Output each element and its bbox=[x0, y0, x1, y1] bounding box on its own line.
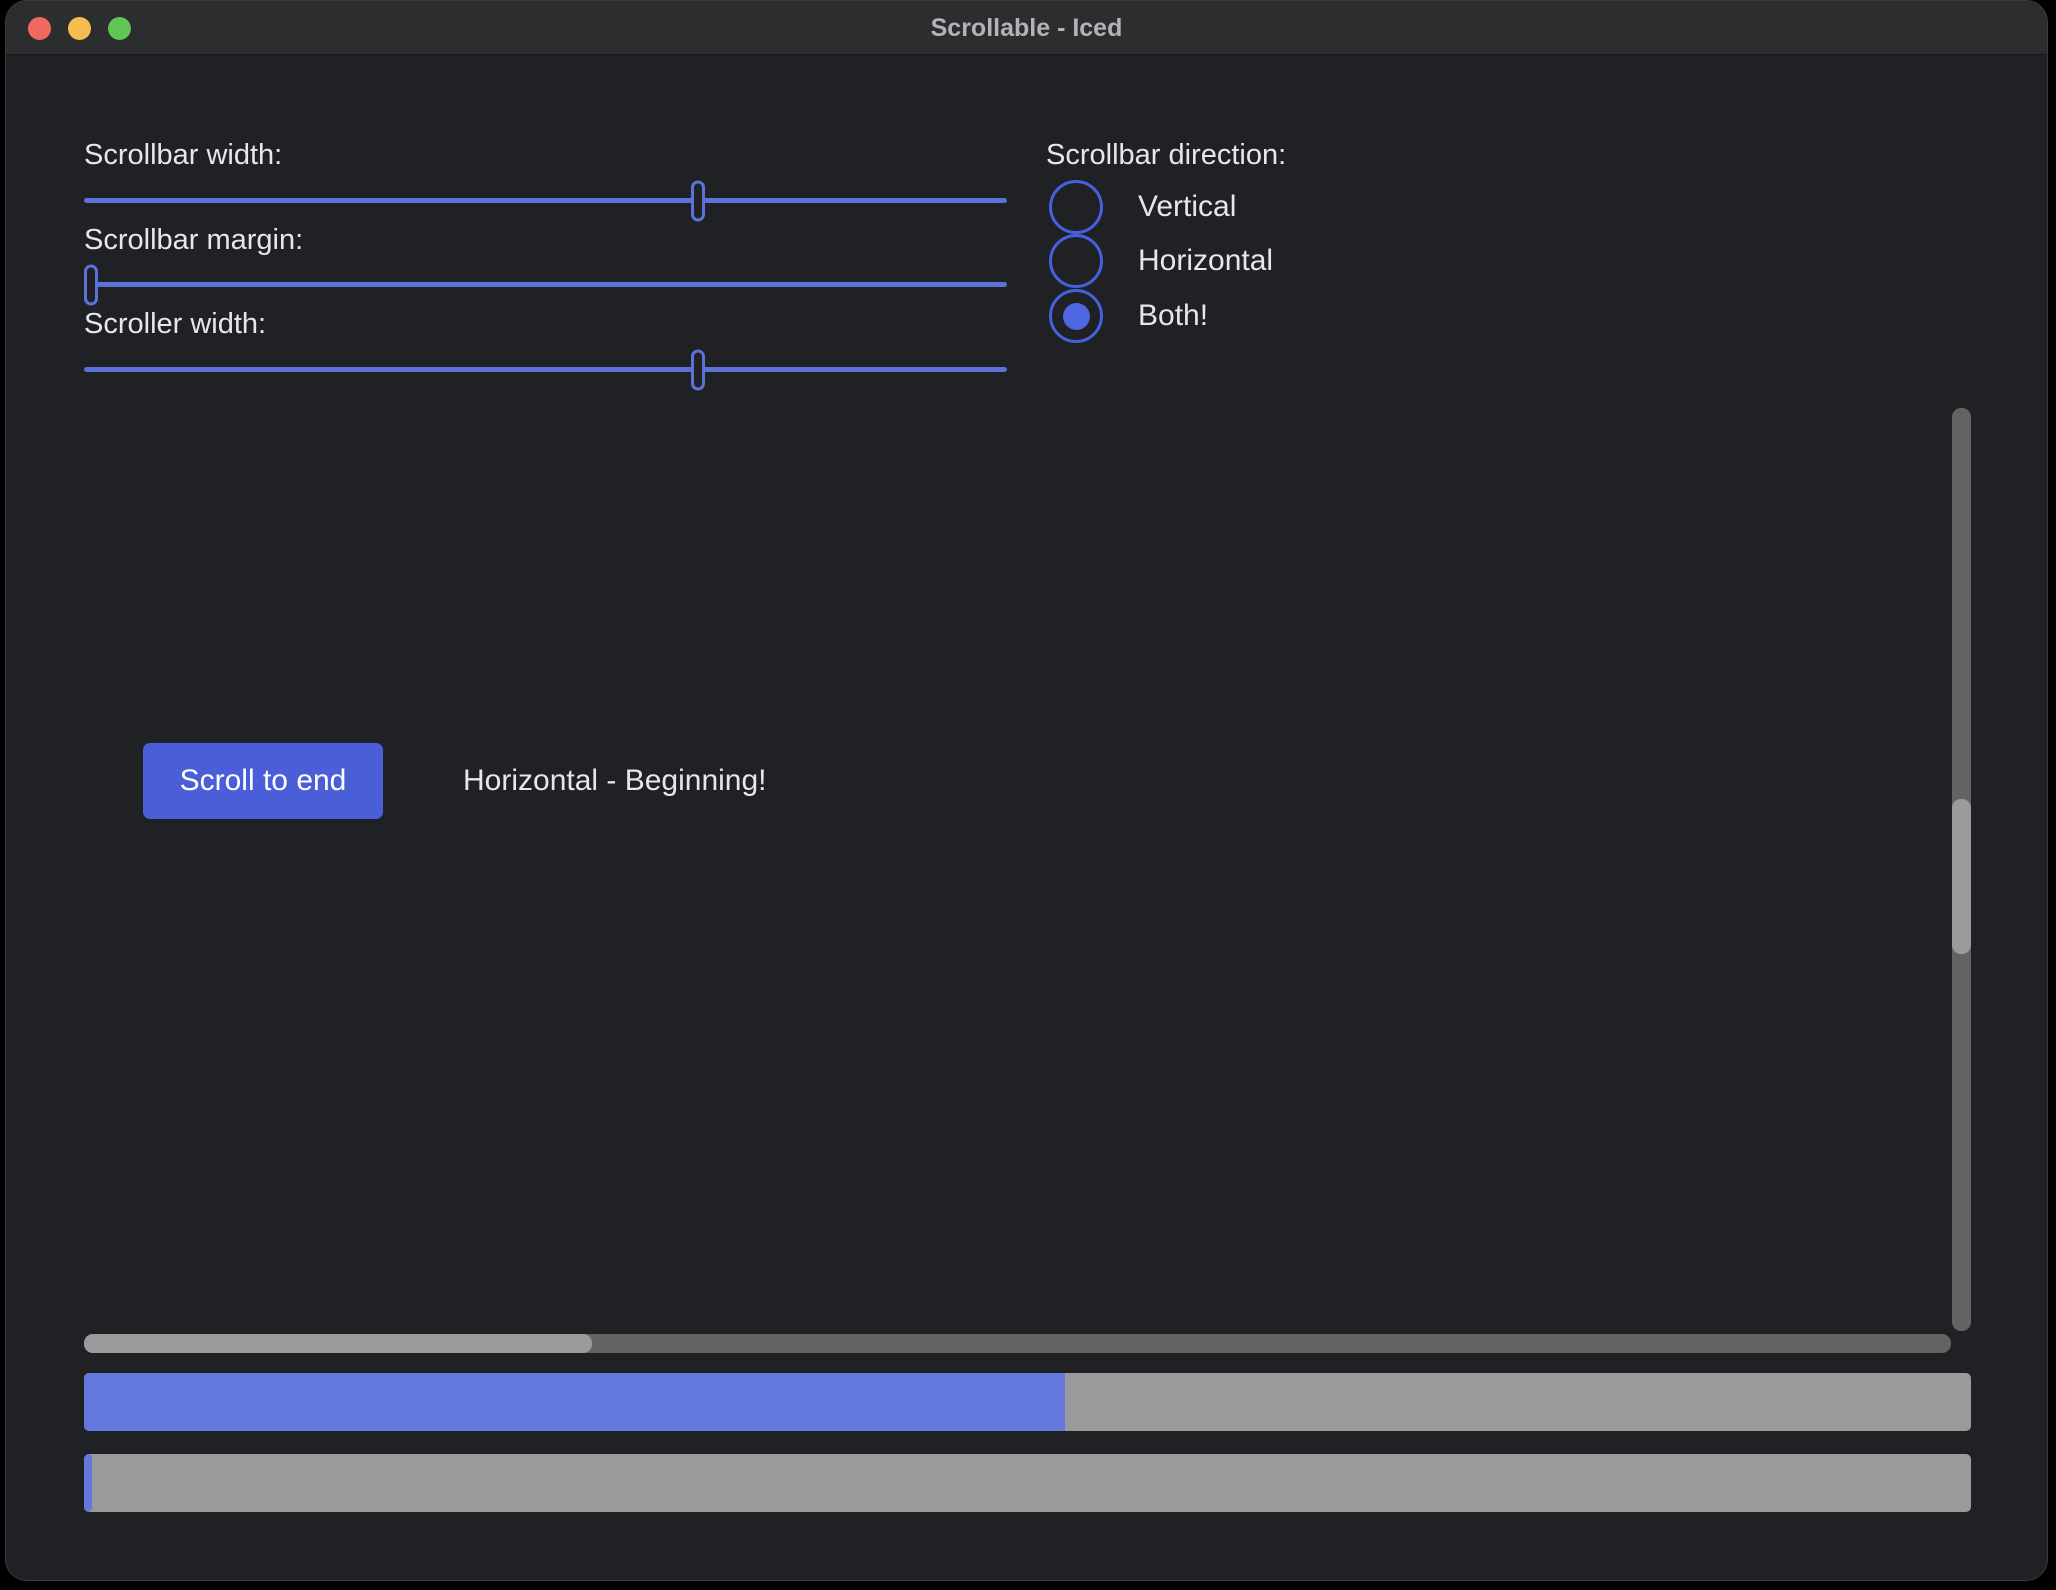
scroll-status-text: Horizontal - Beginning! bbox=[463, 743, 767, 819]
scrollbar-margin-label: Scrollbar margin: bbox=[84, 222, 303, 258]
vertical-progress-fill bbox=[84, 1454, 92, 1512]
scrollbar-width-label: Scrollbar width: bbox=[84, 137, 282, 173]
scroll-to-end-button[interactable]: Scroll to end bbox=[143, 743, 383, 819]
horizontal-progress-bar bbox=[84, 1373, 1971, 1431]
radio-icon bbox=[1049, 180, 1103, 234]
scrollbar-width-slider[interactable] bbox=[84, 198, 1007, 203]
radio-icon bbox=[1049, 289, 1103, 343]
scrollbar-margin-slider-handle[interactable] bbox=[84, 264, 98, 305]
radio-label: Both! bbox=[1138, 299, 1208, 333]
vertical-scrollbar-track[interactable] bbox=[1952, 408, 1971, 1331]
vertical-progress-bar bbox=[84, 1454, 1971, 1512]
radio-label: Horizontal bbox=[1138, 244, 1273, 278]
scrollbar-direction-label: Scrollbar direction: bbox=[1046, 137, 1286, 173]
scrollbar-width-slider-handle[interactable] bbox=[691, 180, 705, 221]
radio-option-vertical[interactable]: Vertical bbox=[1049, 180, 1236, 234]
radio-label: Vertical bbox=[1138, 190, 1236, 224]
scroller-width-label: Scroller width: bbox=[84, 306, 266, 342]
app-window: Scrollable - Iced Scrollbar width: Scrol… bbox=[5, 0, 2048, 1581]
radio-icon bbox=[1049, 234, 1103, 288]
horizontal-progress-fill bbox=[84, 1373, 1065, 1431]
radio-dot-icon bbox=[1063, 303, 1090, 330]
scroller-width-slider[interactable] bbox=[84, 367, 1007, 372]
vertical-scrollbar-thumb[interactable] bbox=[1952, 799, 1971, 954]
radio-option-horizontal[interactable]: Horizontal bbox=[1049, 234, 1273, 288]
horizontal-scrollbar-track[interactable] bbox=[84, 1334, 1951, 1353]
window-title: Scrollable - Iced bbox=[6, 1, 2047, 55]
scrollbar-margin-slider[interactable] bbox=[84, 282, 1007, 287]
radio-option-both[interactable]: Both! bbox=[1049, 289, 1208, 343]
scroller-width-slider-handle[interactable] bbox=[691, 349, 705, 390]
horizontal-scrollbar-thumb[interactable] bbox=[84, 1334, 592, 1353]
title-bar: Scrollable - Iced bbox=[6, 1, 2047, 55]
